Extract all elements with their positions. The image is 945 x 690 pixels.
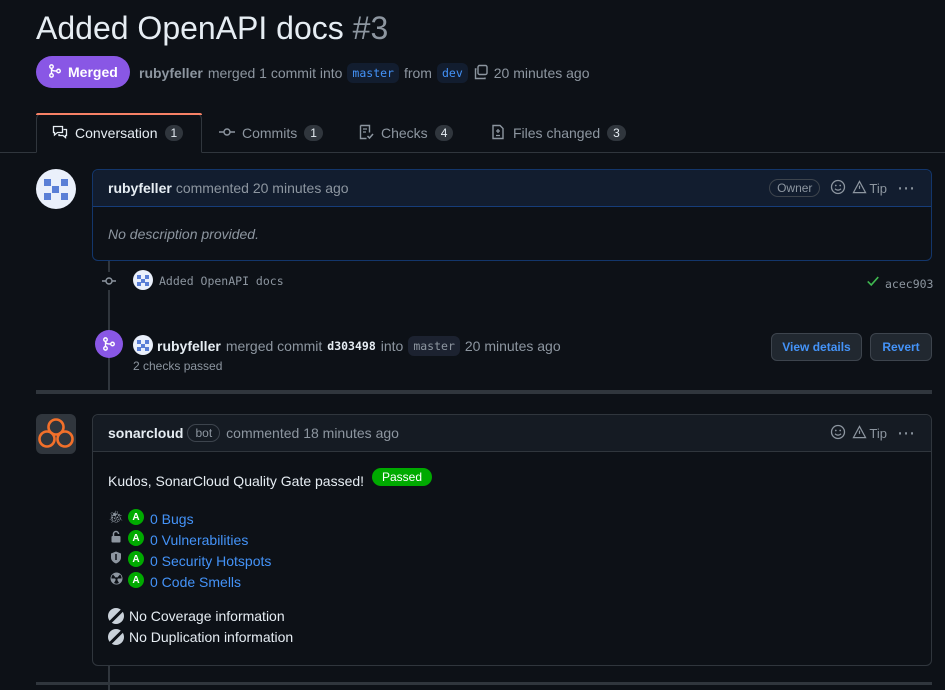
no-data-icon [108, 629, 124, 645]
no-data-icon [108, 608, 124, 624]
tab-files-changed-label: Files changed [513, 125, 601, 141]
bot-badge: bot [187, 424, 221, 442]
tab-checks-label: Checks [381, 125, 428, 141]
head-branch[interactable]: dev [436, 63, 468, 83]
git-merge-icon [95, 330, 123, 358]
merge-summary: rubyfeller merged 1 commit into master f… [139, 63, 589, 83]
metric-bugs: 🐞︎ A 0 Bugs [108, 508, 194, 527]
comment-header: sonarcloud bot commented 18 minutes ago … [93, 415, 931, 452]
comment-body: No description provided. [108, 226, 259, 242]
comment-author[interactable]: sonarcloud [108, 425, 183, 441]
tab-conversation[interactable]: Conversation 1 [36, 113, 202, 153]
duplication-text: No Duplication information [129, 629, 294, 645]
code-smells-grade[interactable]: A [128, 572, 144, 588]
vulnerabilities-grade[interactable]: A [128, 530, 144, 546]
coverage-info: No Coverage information [108, 608, 285, 624]
tip-label: Tip [869, 180, 887, 196]
code-smells-link[interactable]: 0 Code Smells [150, 574, 241, 590]
merge-text: merged 1 commit into [207, 65, 343, 81]
git-commit-icon [219, 124, 235, 143]
bugs-grade[interactable]: A [128, 509, 144, 525]
coverage-text: No Coverage information [129, 608, 285, 624]
metric-code-smells: A 0 Code Smells [108, 571, 241, 590]
tab-checks[interactable]: Checks 4 [358, 113, 454, 153]
pr-tabs: Conversation 1 Commits 1 Checks 4 Files … [0, 113, 945, 153]
tab-checks-count: 4 [434, 125, 454, 141]
comment-box: rubyfeller commented 20 minutes ago Owne… [92, 169, 932, 261]
timeline-divider [36, 682, 932, 685]
pr-author-link[interactable]: rubyfeller [139, 65, 203, 81]
radiation-icon [108, 572, 124, 588]
merged-status-badge: Merged [36, 56, 130, 88]
comment-header: rubyfeller commented 20 minutes ago Owne… [93, 170, 931, 207]
timeline-line [108, 665, 110, 690]
pr-number: #3 [352, 10, 389, 46]
merged-status-label: Merged [68, 64, 118, 80]
avatar[interactable] [36, 169, 76, 209]
tip-label: Tip [869, 425, 887, 441]
from-text: from [403, 65, 432, 81]
pr-title: Added OpenAPI docs #3 [36, 10, 388, 47]
duplication-info: No Duplication information [108, 629, 293, 645]
merge-commit-sha[interactable]: d303498 [327, 339, 375, 353]
tab-commits-label: Commits [242, 125, 298, 141]
checks-passed-link[interactable]: 2 checks passed [133, 359, 222, 373]
tab-files-changed[interactable]: Files changed 3 [490, 113, 626, 153]
owner-badge: Owner [769, 179, 821, 197]
smiley-icon[interactable] [830, 424, 846, 443]
file-diff-icon [490, 124, 506, 143]
copy-icon[interactable] [473, 64, 489, 83]
pr-title-text: Added OpenAPI docs [36, 10, 344, 46]
quality-gate-headline: Kudos, SonarCloud Quality Gate passed! [108, 473, 365, 489]
commit-sha[interactable]: acec903 [885, 277, 933, 291]
tip-button[interactable]: Tip [852, 179, 887, 197]
tip-button[interactable]: Tip [852, 424, 887, 442]
comment-author[interactable]: rubyfeller [108, 180, 172, 196]
commit-message-link[interactable]: Added OpenAPI docs [159, 274, 284, 288]
alert-icon [852, 424, 868, 442]
base-branch[interactable]: master [347, 63, 399, 83]
checklist-icon [358, 124, 374, 143]
comment-timestamp[interactable]: commented 20 minutes ago [176, 180, 349, 196]
merge-event-verb: merged commit [225, 338, 323, 354]
merge-time: 20 minutes ago [493, 65, 590, 81]
smiley-icon[interactable] [830, 179, 846, 198]
quality-gate-passed-badge[interactable]: Passed [372, 468, 433, 486]
merge-author[interactable]: rubyfeller [157, 338, 221, 354]
timeline-divider [36, 390, 932, 394]
avatar[interactable] [133, 270, 153, 290]
check-icon[interactable] [866, 274, 880, 293]
security-hotspots-grade[interactable]: A [128, 551, 144, 567]
comment-timestamp[interactable]: commented 18 minutes ago [226, 425, 399, 441]
metric-vulnerabilities: A 0 Vulnerabilities [108, 529, 248, 548]
avatar[interactable] [133, 335, 153, 355]
kebab-menu-icon[interactable]: ⋯ [897, 179, 916, 197]
merge-event-time[interactable]: 20 minutes ago [465, 338, 561, 354]
kebab-menu-icon[interactable]: ⋯ [897, 424, 916, 442]
shield-icon [108, 551, 124, 567]
tab-conversation-label: Conversation [75, 125, 158, 141]
comment-discussion-icon [52, 124, 68, 143]
merge-into-text: into [380, 338, 404, 354]
merge-base-branch[interactable]: master [408, 336, 460, 356]
tab-conversation-count: 1 [164, 125, 184, 141]
security-hotspots-link[interactable]: 0 Security Hotspots [150, 553, 271, 569]
tab-commits[interactable]: Commits 1 [219, 113, 323, 153]
bugs-link[interactable]: 0 Bugs [150, 511, 194, 527]
tab-files-changed-count: 3 [607, 125, 626, 141]
metric-security-hotspots: A 0 Security Hotspots [108, 550, 271, 569]
alert-icon [852, 179, 868, 197]
bug-icon: 🐞︎ [108, 510, 124, 524]
lock-icon [108, 530, 124, 546]
revert-button[interactable]: Revert [870, 333, 932, 361]
sonarcloud-avatar[interactable] [36, 414, 76, 454]
commit-status: acec903 [866, 274, 933, 293]
git-merge-icon [48, 63, 62, 81]
tab-commits-count: 1 [304, 125, 323, 141]
view-details-button[interactable]: View details [771, 333, 862, 361]
git-commit-icon [100, 272, 118, 290]
merge-event-text: rubyfeller merged commit d303498 into ma… [157, 336, 561, 356]
vulnerabilities-link[interactable]: 0 Vulnerabilities [150, 532, 248, 548]
